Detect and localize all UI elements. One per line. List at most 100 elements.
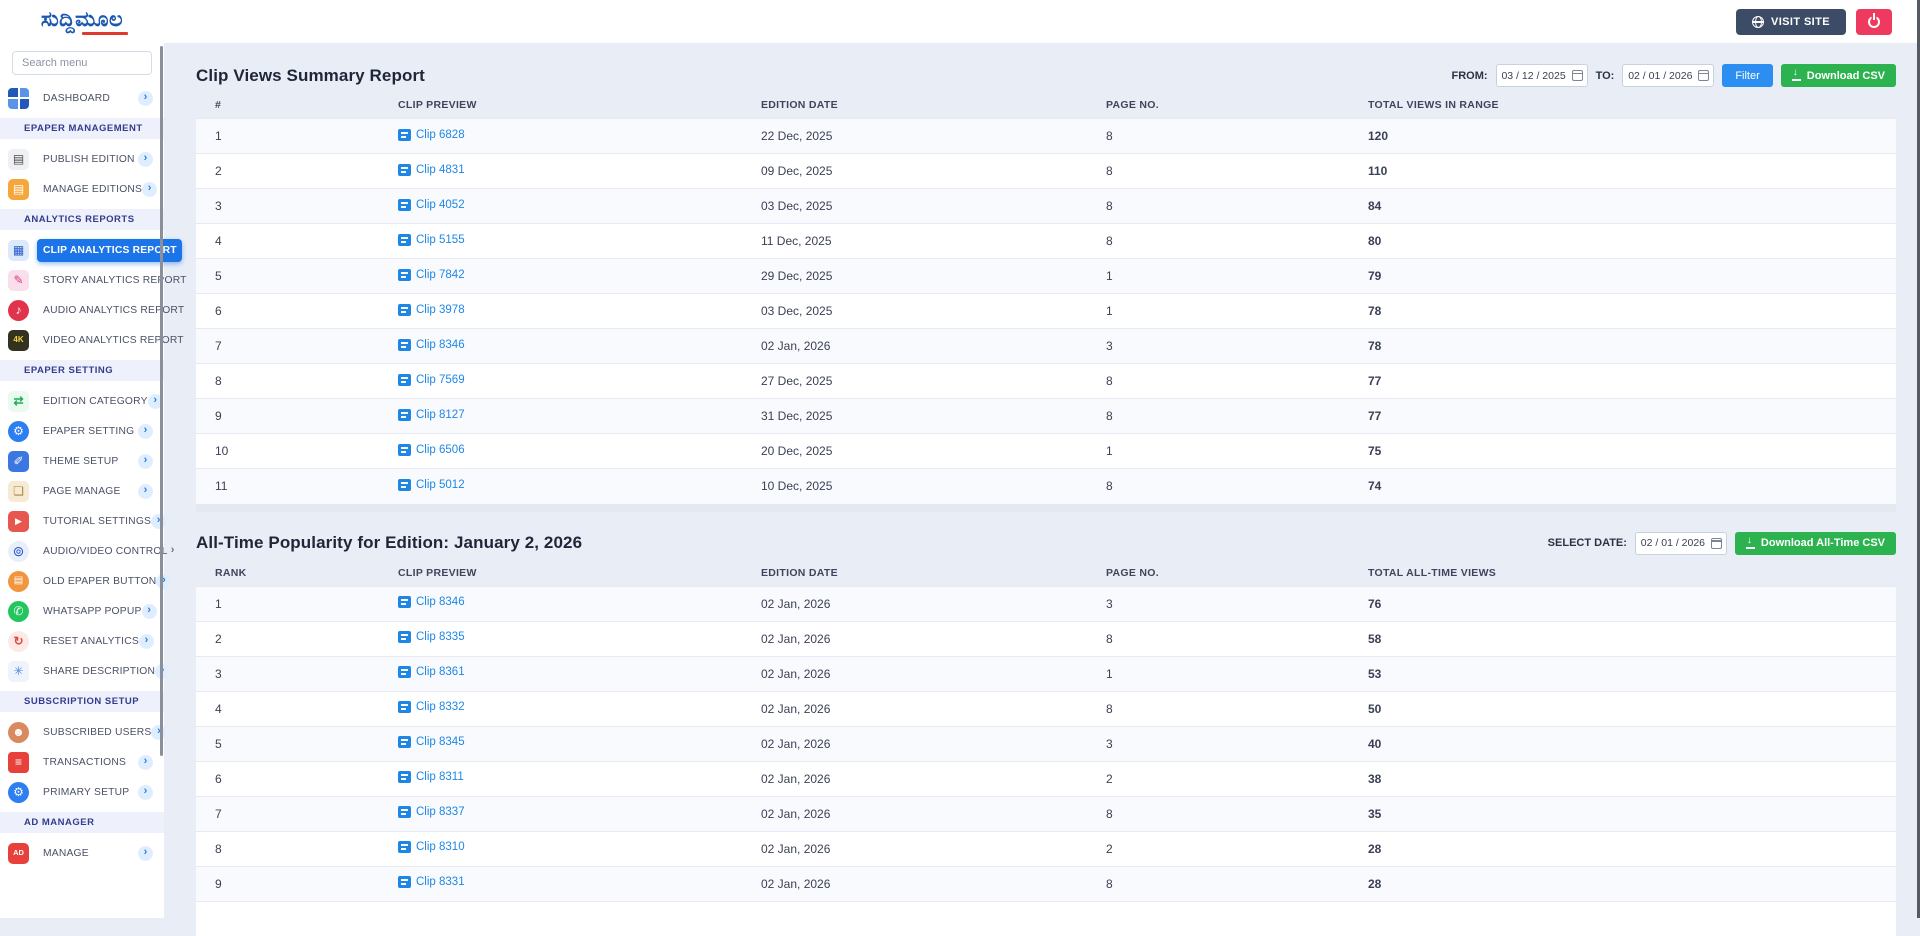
clip-link[interactable]: Clip 8127: [398, 409, 465, 421]
download-alltime-csv-button[interactable]: Download All-Time CSV: [1735, 532, 1896, 555]
download-csv-button[interactable]: Download CSV: [1781, 64, 1896, 87]
table-row: 8Clip 831002 Jan, 2026228: [196, 831, 1896, 866]
visit-site-button[interactable]: VISIT SITE: [1736, 9, 1846, 35]
clip-link[interactable]: Clip 5012: [398, 479, 465, 491]
search-menu-input[interactable]: [12, 51, 152, 75]
clip-link[interactable]: Clip 8346: [398, 339, 465, 351]
clip-link-label: Clip 8345: [416, 736, 465, 748]
sidebar-scrollbar[interactable]: [160, 46, 163, 756]
page-no-cell: 2: [1087, 761, 1349, 796]
clip-link[interactable]: Clip 3978: [398, 304, 465, 316]
total-views-cell: 84: [1349, 189, 1896, 224]
chevron-right-icon: ›: [151, 725, 166, 740]
edition-date-cell: 31 Dec, 2025: [742, 399, 1087, 434]
sidebar-item-audio-analytics-report[interactable]: AUDIO ANALYTICS REPORT: [0, 295, 164, 325]
total-views-cell: 78: [1349, 329, 1896, 364]
clip-link[interactable]: Clip 8346: [398, 596, 465, 608]
page-no-cell: 1: [1087, 656, 1349, 691]
clip-link[interactable]: Clip 4831: [398, 164, 465, 176]
sidebar-item-reset-analytics[interactable]: RESET ANALYTICS›: [0, 626, 164, 656]
clip-link-label: Clip 8346: [416, 596, 465, 608]
clip-link[interactable]: Clip 7842: [398, 269, 465, 281]
chevron-right-icon: ›: [138, 91, 153, 106]
sidebar-item-publish-edition[interactable]: PUBLISH EDITION›: [0, 144, 164, 174]
clip-icon: [398, 269, 411, 281]
sidebar-item-manage[interactable]: MANAGE›: [0, 838, 164, 868]
chevron-right-icon: ›: [138, 424, 153, 439]
column-header-clip-preview: CLIP PREVIEW: [379, 559, 742, 587]
sidebar-item-old-epaper-button[interactable]: OLD EPAPER BUTTON›: [0, 566, 164, 596]
sidebar-item-tutorial-settings[interactable]: TUTORIAL SETTINGS›: [0, 506, 164, 536]
page-no-cell: 3: [1087, 329, 1349, 364]
clip-preview-cell: Clip 8335: [379, 621, 742, 656]
sidebar-item-audio-video-control[interactable]: AUDIO/VIDEO CONTROL›: [0, 536, 164, 566]
clip-link-label: Clip 8310: [416, 841, 465, 853]
edition-date-cell: 11 Dec, 2025: [742, 224, 1087, 259]
clip-link[interactable]: Clip 4052: [398, 199, 465, 211]
sidebar-section-epaper-setting: EPAPER SETTING: [0, 360, 164, 381]
sidebar-item-story-analytics-report[interactable]: STORY ANALYTICS REPORT: [0, 265, 164, 295]
power-icon: [1868, 16, 1880, 28]
clip-link[interactable]: Clip 8310: [398, 841, 465, 853]
sidebar-item-manage-editions[interactable]: MANAGE EDITIONS›: [0, 174, 164, 204]
partial-cell: [196, 901, 1896, 936]
clip-link[interactable]: Clip 8345: [398, 736, 465, 748]
clip-link-label: Clip 3978: [416, 304, 465, 316]
edition-date-cell: 10 Dec, 2025: [742, 469, 1087, 504]
sidebar-item-video-analytics-report[interactable]: VIDEO ANALYTICS REPORT: [0, 325, 164, 355]
sidebar-item-theme-setup[interactable]: THEME SETUP›: [0, 446, 164, 476]
download-icon: [1746, 538, 1755, 549]
table-row-partial: [196, 901, 1896, 936]
row-index-cell: 2: [196, 154, 379, 189]
clip-link[interactable]: Clip 8361: [398, 666, 465, 678]
clip-link[interactable]: Clip 8335: [398, 631, 465, 643]
sidebar-section-analytics-reports: ANALYTICS REPORTS: [0, 209, 164, 230]
clip-link[interactable]: Clip 5155: [398, 234, 465, 246]
sidebar-item-pill: MANAGE›: [37, 842, 158, 865]
edition-date-cell: 02 Jan, 2026: [742, 831, 1087, 866]
clip-preview-cell: Clip 7569: [379, 364, 742, 399]
globe-icon: [1752, 16, 1764, 28]
clip-link-label: Clip 8335: [416, 631, 465, 643]
calendar-icon: [1572, 70, 1583, 81]
sidebar-item-clip-analytics-report[interactable]: CLIP ANALYTICS REPORT: [0, 235, 164, 265]
sidebar-item-epaper-setting[interactable]: EPAPER SETTING›: [0, 416, 164, 446]
sidebar-item-transactions[interactable]: TRANSACTIONS›: [0, 747, 164, 777]
clip-link[interactable]: Clip 8311: [398, 771, 464, 783]
page-no-cell: 8: [1087, 224, 1349, 259]
sidebar-item-share-description[interactable]: SHARE DESCRIPTION›: [0, 656, 164, 686]
clip-link[interactable]: Clip 8337: [398, 806, 465, 818]
clip-link[interactable]: Clip 8332: [398, 701, 465, 713]
logo-text: ಸುದ್ದಿಮೂಲ: [41, 9, 123, 30]
filter-button[interactable]: Filter: [1722, 64, 1772, 87]
clip-link[interactable]: Clip 6506: [398, 444, 465, 456]
clip-link[interactable]: Clip 7569: [398, 374, 465, 386]
logout-power-button[interactable]: [1856, 9, 1892, 35]
sidebar-item-primary-setup[interactable]: PRIMARY SETUP›: [0, 777, 164, 807]
clip-link[interactable]: Clip 8331: [398, 876, 465, 888]
sidebar-item-label: SUBSCRIBED USERS: [43, 727, 151, 738]
sidebar-item-subscribed-users[interactable]: SUBSCRIBED USERS›: [0, 717, 164, 747]
clip-link-label: Clip 6828: [416, 129, 465, 141]
sidebar-item-edition-category[interactable]: EDITION CATEGORY›: [0, 386, 164, 416]
sidebar-item-page-manage[interactable]: PAGE MANAGE›: [0, 476, 164, 506]
clip-link[interactable]: Clip 6828: [398, 129, 465, 141]
sidebar-item-whatsapp-popup[interactable]: WHATSAPP POPUP›: [0, 596, 164, 626]
edition-date-cell: 02 Jan, 2026: [742, 329, 1087, 364]
table-row: 7Clip 833702 Jan, 2026835: [196, 796, 1896, 831]
row-index-cell: 11: [196, 469, 379, 504]
all-time-report-title: All-Time Popularity for Edition: January…: [196, 533, 582, 553]
sidebar-item-dashboard[interactable]: DASHBOARD›: [0, 83, 164, 113]
clip-preview-cell: Clip 8346: [379, 586, 742, 621]
table-row: 4Clip 515511 Dec, 2025880: [196, 224, 1896, 259]
row-index-cell: 8: [196, 831, 379, 866]
row-index-cell: 1: [196, 586, 379, 621]
column-header-: #: [196, 91, 379, 119]
edition-date-cell: 29 Dec, 2025: [742, 259, 1087, 294]
audio-icon: [8, 300, 29, 321]
total-views-cell: 77: [1349, 364, 1896, 399]
total-views-cell: 58: [1349, 621, 1896, 656]
column-header-total-all-time-views: TOTAL ALL-TIME VIEWS: [1349, 559, 1896, 587]
clip-preview-cell: Clip 6506: [379, 434, 742, 469]
brand-logo[interactable]: ಸುದ್ದಿಮೂಲ: [0, 0, 164, 44]
